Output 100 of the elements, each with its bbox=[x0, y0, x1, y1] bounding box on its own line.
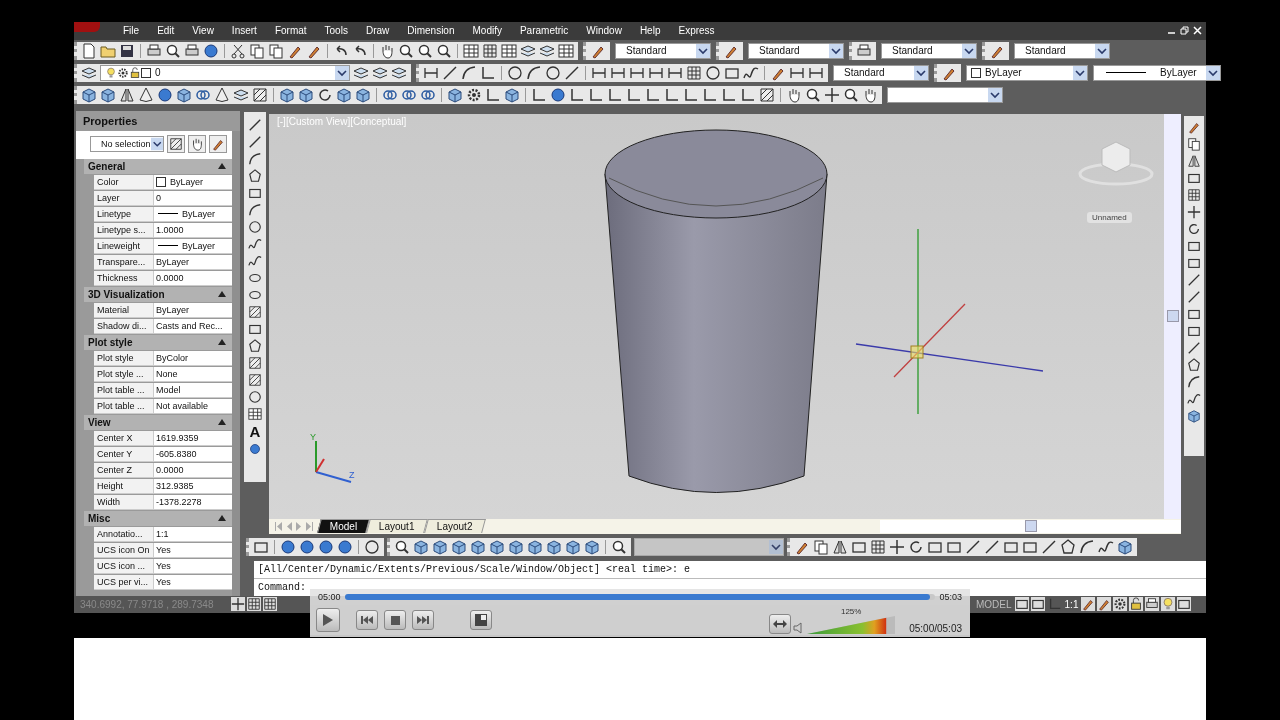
line-icon[interactable] bbox=[1187, 272, 1201, 287]
gear-icon[interactable] bbox=[1113, 597, 1128, 612]
hatch-icon[interactable] bbox=[252, 86, 268, 103]
zoom-icon[interactable] bbox=[394, 538, 410, 555]
cube-icon[interactable] bbox=[279, 86, 295, 103]
style-dropdown[interactable]: Standard bbox=[1014, 42, 1110, 59]
property-value[interactable]: Yes bbox=[156, 574, 171, 589]
space-toggle[interactable]: MODEL bbox=[976, 598, 1012, 610]
caret-icon[interactable] bbox=[1095, 43, 1109, 58]
cone-icon[interactable] bbox=[138, 86, 154, 103]
next-button[interactable] bbox=[412, 610, 434, 630]
menu-item[interactable]: Dimension bbox=[398, 25, 464, 37]
rectangle-icon[interactable] bbox=[1014, 597, 1029, 612]
cube-icon[interactable] bbox=[432, 538, 448, 555]
cube-icon[interactable] bbox=[298, 86, 314, 103]
collapse-icon[interactable] bbox=[218, 419, 226, 426]
zoom-icon[interactable] bbox=[417, 42, 433, 59]
layers-icon[interactable] bbox=[353, 64, 369, 81]
section-header[interactable]: Plot style bbox=[84, 334, 232, 350]
axes-icon[interactable] bbox=[531, 86, 547, 103]
mirror-icon[interactable] bbox=[1187, 153, 1201, 168]
move-icon[interactable] bbox=[889, 538, 905, 555]
move-icon[interactable] bbox=[1187, 204, 1201, 219]
caret-icon[interactable] bbox=[1206, 65, 1220, 80]
line-icon[interactable] bbox=[248, 134, 262, 149]
circle-icon[interactable] bbox=[507, 64, 523, 81]
cube-icon[interactable] bbox=[81, 86, 97, 103]
sphere-icon[interactable] bbox=[299, 538, 315, 555]
property-value[interactable]: Yes bbox=[156, 558, 171, 573]
spline-icon[interactable] bbox=[248, 253, 262, 268]
layers-icon[interactable] bbox=[520, 42, 536, 59]
menu-item[interactable]: Insert bbox=[222, 25, 266, 37]
line-icon[interactable] bbox=[564, 64, 580, 81]
collapse-icon[interactable] bbox=[218, 339, 226, 346]
copy-icon[interactable] bbox=[813, 538, 829, 555]
cube-icon[interactable] bbox=[336, 86, 352, 103]
axes-icon[interactable] bbox=[569, 86, 585, 103]
sphere-icon[interactable] bbox=[157, 86, 173, 103]
line-icon[interactable] bbox=[984, 538, 1000, 555]
zoom-icon[interactable] bbox=[611, 538, 627, 555]
grid-icon[interactable] bbox=[482, 42, 498, 59]
lock-icon[interactable] bbox=[1129, 597, 1144, 612]
grid-icon[interactable] bbox=[263, 597, 277, 612]
cube-icon[interactable] bbox=[1117, 538, 1133, 555]
menu-item[interactable]: Draw bbox=[356, 25, 399, 37]
collapse-icon[interactable] bbox=[218, 515, 226, 522]
arc-icon[interactable] bbox=[248, 151, 262, 166]
layout-tab[interactable]: Layout1 bbox=[366, 519, 428, 534]
property-value[interactable]: 0 bbox=[156, 190, 161, 205]
grid-icon[interactable] bbox=[686, 64, 702, 81]
mirror-icon[interactable] bbox=[832, 538, 848, 555]
arc-icon[interactable] bbox=[526, 64, 542, 81]
copy-icon[interactable] bbox=[1187, 136, 1201, 151]
circle-icon[interactable] bbox=[545, 64, 561, 81]
spline-icon[interactable] bbox=[743, 64, 759, 81]
line-icon[interactable] bbox=[248, 117, 262, 132]
stop-button[interactable] bbox=[384, 610, 406, 630]
caret-icon[interactable] bbox=[1073, 65, 1087, 80]
visual-style-dropdown[interactable] bbox=[634, 537, 784, 556]
collapse-icon[interactable] bbox=[218, 291, 226, 298]
table-icon[interactable] bbox=[558, 42, 574, 59]
arc-icon[interactable] bbox=[1079, 538, 1095, 555]
grid-icon[interactable] bbox=[247, 597, 261, 612]
caret-icon[interactable] bbox=[335, 65, 349, 80]
previous-button[interactable] bbox=[356, 610, 378, 630]
spline-icon[interactable] bbox=[248, 236, 262, 251]
axes-icon[interactable] bbox=[607, 86, 623, 103]
line-icon[interactable] bbox=[442, 64, 458, 81]
section-header[interactable]: General bbox=[84, 158, 232, 174]
document-icon[interactable] bbox=[81, 42, 97, 59]
floppy-icon[interactable] bbox=[119, 42, 135, 59]
circle-icon[interactable] bbox=[705, 64, 721, 81]
cube-icon[interactable] bbox=[470, 538, 486, 555]
property-value[interactable]: 1:1 bbox=[156, 526, 169, 541]
table-icon[interactable] bbox=[501, 42, 517, 59]
selection-dropdown[interactable]: No selection bbox=[90, 135, 164, 152]
cube-icon[interactable] bbox=[508, 538, 524, 555]
line-icon[interactable] bbox=[1187, 340, 1201, 355]
polygon-icon[interactable] bbox=[248, 168, 262, 183]
grid-icon[interactable] bbox=[1187, 187, 1201, 202]
zoom-icon[interactable] bbox=[843, 86, 859, 103]
gear-icon[interactable] bbox=[466, 86, 482, 103]
caret-icon[interactable] bbox=[150, 136, 163, 151]
menu-item[interactable]: Modify bbox=[463, 25, 511, 37]
zoom-icon[interactable] bbox=[436, 42, 452, 59]
linetype-dropdown[interactable]: ByLayer bbox=[1093, 64, 1221, 81]
arc-icon[interactable] bbox=[461, 64, 477, 81]
circle-icon[interactable] bbox=[248, 389, 262, 404]
section-header[interactable]: 3D Visualization bbox=[84, 286, 232, 302]
circle-icon[interactable] bbox=[248, 219, 262, 234]
scissors-icon[interactable] bbox=[230, 42, 246, 59]
caret-icon[interactable] bbox=[769, 539, 783, 554]
caret-icon[interactable] bbox=[829, 43, 843, 58]
layer-dropdown[interactable]: 0 bbox=[100, 64, 350, 81]
cube-icon[interactable] bbox=[100, 86, 116, 103]
stretch-button[interactable] bbox=[769, 613, 792, 634]
style-dropdown[interactable]: Standard bbox=[748, 42, 844, 59]
collapse-icon[interactable] bbox=[218, 163, 226, 170]
command-prompt[interactable]: Command: bbox=[254, 578, 306, 596]
menu-item[interactable]: Parametric bbox=[510, 25, 578, 37]
